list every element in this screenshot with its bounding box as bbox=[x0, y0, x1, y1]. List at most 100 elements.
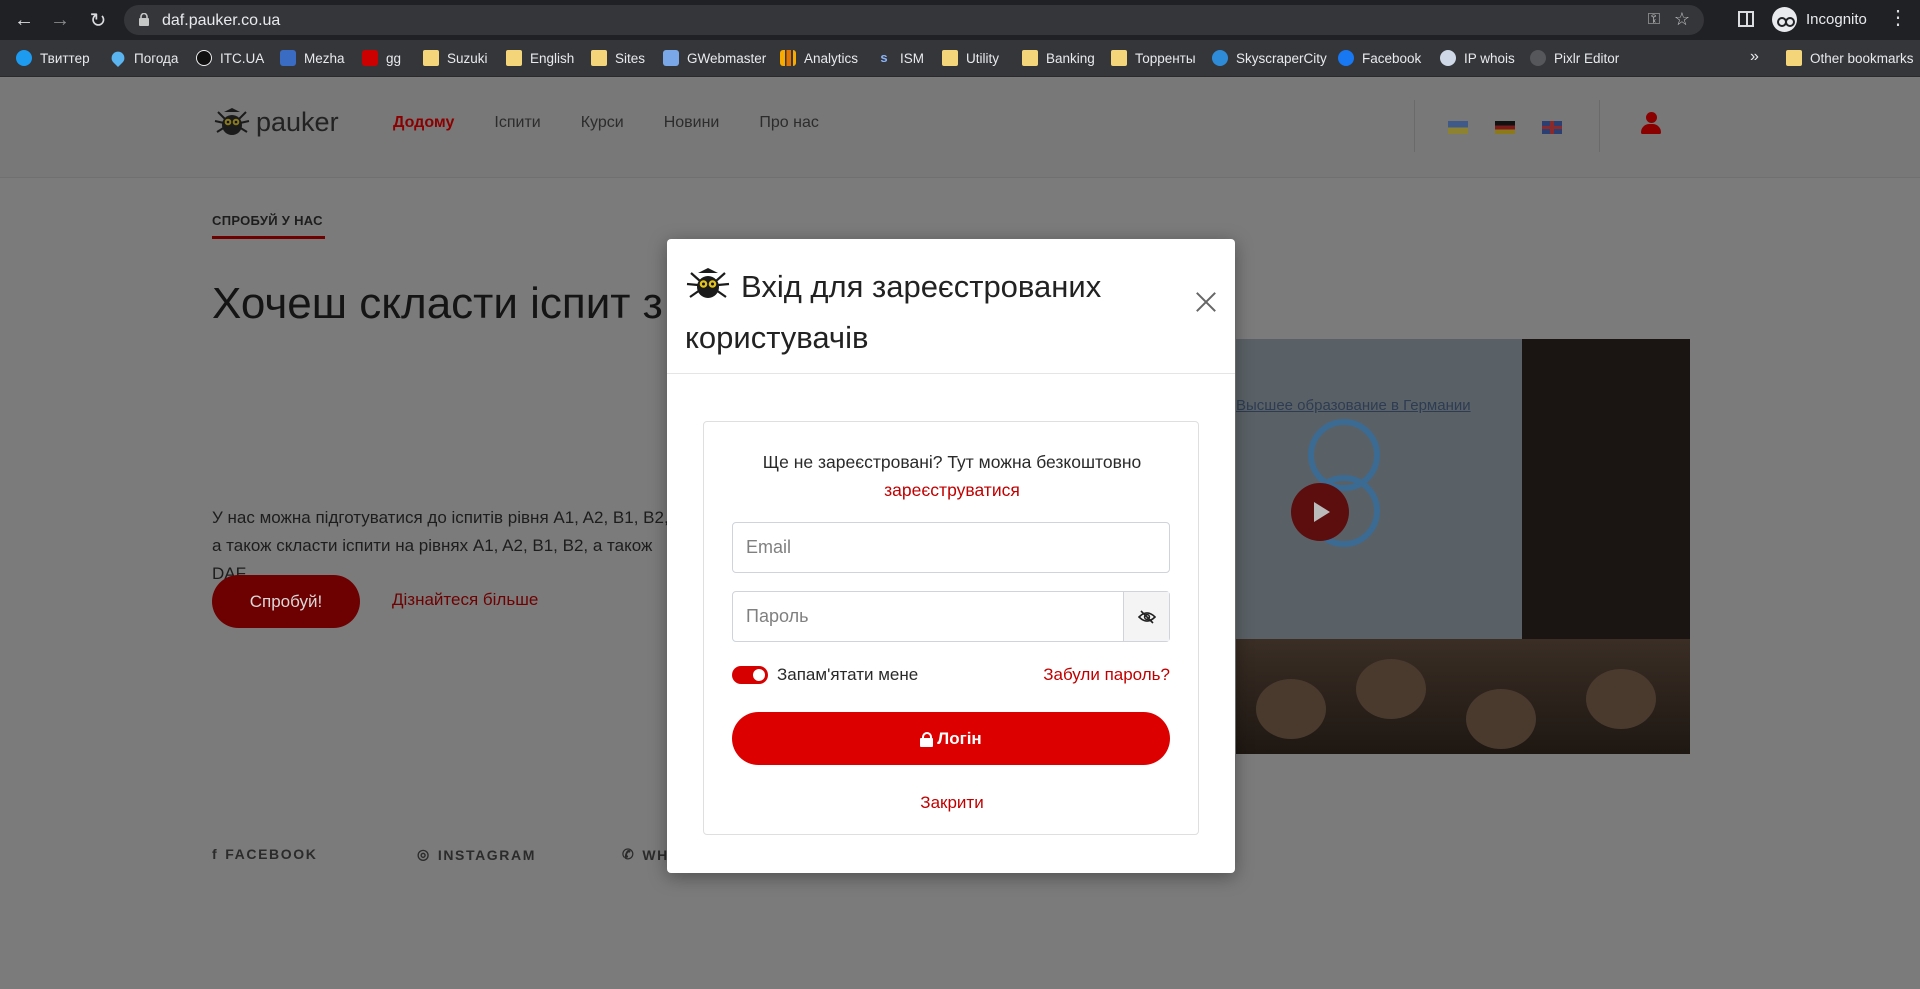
bookmark-ipwhois[interactable]: IP whois bbox=[1440, 48, 1515, 68]
chrome-menu-icon[interactable]: ⋮ bbox=[1888, 8, 1908, 28]
mezha-icon bbox=[280, 50, 296, 66]
bookmark-english[interactable]: English bbox=[506, 48, 574, 68]
incognito-label[interactable]: Incognito bbox=[1806, 11, 1867, 28]
close-modal-link[interactable]: Закрити bbox=[704, 793, 1200, 813]
bookmark-utility[interactable]: Utility bbox=[942, 48, 999, 68]
site-logo[interactable]: pauker bbox=[212, 104, 339, 140]
side-panel-icon[interactable] bbox=[1738, 11, 1754, 27]
bookmark-skyscrapercity[interactable]: SkyscraperCity bbox=[1212, 48, 1327, 68]
password-field-group bbox=[732, 591, 1170, 642]
bookmark-facebook[interactable]: Facebook bbox=[1338, 48, 1421, 68]
social-label: INSTAGRAM bbox=[437, 846, 536, 863]
itc-icon bbox=[196, 50, 212, 66]
audience-head bbox=[1256, 679, 1326, 739]
social-instagram-link[interactable]: ◎ INSTAGRAM bbox=[417, 846, 536, 863]
forward-arrow-icon[interactable]: → bbox=[48, 8, 72, 32]
not-registered-text: Ще не зареєстровані? Тут можна безкоштов… bbox=[762, 452, 1142, 472]
analytics-icon bbox=[780, 50, 796, 66]
modal-header: Вхід для зареєстрованих користувачів bbox=[667, 239, 1235, 374]
login-modal: Вхід для зареєстрованих користувачів Ще … bbox=[667, 239, 1235, 873]
twitter-icon bbox=[16, 50, 32, 66]
bookmark-gg[interactable]: gg bbox=[362, 48, 401, 68]
bookmark-label: Торренты bbox=[1135, 50, 1196, 66]
password-key-icon[interactable]: ⚿ bbox=[1648, 11, 1660, 29]
bookmark-analytics[interactable]: Analytics bbox=[780, 48, 858, 68]
try-button[interactable]: Спробуй! bbox=[212, 575, 360, 628]
browser-toolbar: ← → ↻ daf.pauker.co.ua ⚿ ☆ Incognito ⋮ bbox=[0, 0, 1920, 40]
spider-logo-icon bbox=[214, 108, 250, 135]
bookmark-label: Facebook bbox=[1362, 50, 1422, 66]
gwebmaster-icon bbox=[663, 50, 679, 66]
bookmark-label: SkyscraperCity bbox=[1236, 50, 1327, 66]
bookmarks-overflow-chevron[interactable]: » bbox=[1750, 48, 1759, 66]
bookmark-label: Suzuki bbox=[447, 50, 488, 66]
remember-me-toggle[interactable] bbox=[732, 666, 768, 684]
email-field[interactable] bbox=[732, 522, 1170, 573]
bookmark-sites[interactable]: Sites bbox=[591, 48, 645, 68]
folder-icon bbox=[591, 50, 607, 66]
bookmark-gwebmaster[interactable]: GWebmaster bbox=[663, 48, 766, 68]
reload-icon[interactable]: ↻ bbox=[86, 8, 110, 32]
nav-exams[interactable]: Іспити bbox=[494, 114, 540, 132]
bookmark-label: Твиттер bbox=[40, 50, 90, 66]
learn-more-link[interactable]: Дізнайтеся більше bbox=[392, 590, 538, 610]
pixlr-icon bbox=[1530, 50, 1546, 66]
german-flag-icon[interactable] bbox=[1495, 121, 1515, 134]
bookmark-torrents[interactable]: Торренты bbox=[1111, 48, 1196, 68]
gg-icon bbox=[362, 50, 378, 66]
user-account-icon[interactable] bbox=[1640, 112, 1662, 136]
incognito-icon[interactable] bbox=[1772, 7, 1797, 32]
url-text[interactable]: daf.pauker.co.ua bbox=[162, 12, 280, 30]
bookmark-label: Sites bbox=[615, 50, 646, 66]
bookmark-suzuki[interactable]: Suzuki bbox=[423, 48, 488, 68]
promo-video[interactable]: Высшее образование в Германии bbox=[1236, 339, 1690, 754]
bookmark-mezha[interactable]: Mezha bbox=[280, 48, 345, 68]
ism-icon: s bbox=[880, 50, 888, 65]
close-icon[interactable] bbox=[1195, 291, 1217, 313]
bookmark-pixlr[interactable]: Pixlr Editor bbox=[1530, 48, 1619, 68]
bookmark-label: Pixlr Editor bbox=[1554, 50, 1620, 66]
social-facebook-link[interactable]: f FACEBOOK bbox=[212, 846, 317, 862]
password-field[interactable] bbox=[733, 592, 1123, 641]
eyebrow-underline bbox=[212, 236, 325, 239]
back-arrow-icon[interactable]: ← bbox=[12, 8, 36, 32]
header-divider bbox=[1414, 100, 1415, 152]
nav-courses[interactable]: Курси bbox=[581, 114, 624, 132]
video-caption: Высшее образование в Германии bbox=[1236, 397, 1471, 414]
whatsapp-icon: ✆ bbox=[622, 846, 636, 862]
instagram-icon: ◎ bbox=[417, 846, 431, 862]
ukrainian-flag-icon[interactable] bbox=[1448, 121, 1468, 134]
site-header: pauker Додому Іспити Курси Новини Про на… bbox=[0, 78, 1920, 178]
social-whatsapp-link[interactable]: ✆ WHATSAPP bbox=[622, 846, 667, 863]
bookmark-itcua[interactable]: ITC.UA bbox=[196, 48, 264, 68]
bookmark-label: ISM bbox=[900, 50, 925, 66]
bookmark-ism[interactable]: s ISM bbox=[876, 48, 924, 68]
folder-icon bbox=[942, 50, 958, 66]
video-projector-screen: Высшее образование в Германии bbox=[1236, 339, 1522, 649]
header-divider bbox=[1599, 100, 1600, 152]
uk-flag-icon[interactable] bbox=[1542, 121, 1562, 134]
forgot-password-link[interactable]: Забули пароль? bbox=[1043, 665, 1170, 685]
register-link[interactable]: зареєструватися bbox=[704, 480, 1200, 501]
bookmark-pogoda[interactable]: Погода bbox=[108, 48, 178, 68]
social-label: WHATSAPP bbox=[642, 846, 667, 863]
address-bar[interactable]: daf.pauker.co.ua ⚿ ☆ bbox=[124, 5, 1704, 35]
bookmark-twitter[interactable]: Твиттер bbox=[16, 48, 90, 68]
facebook-f-icon: f bbox=[212, 846, 219, 862]
play-icon[interactable] bbox=[1291, 483, 1349, 541]
remember-me-label[interactable]: Запам'ятати мене bbox=[777, 665, 918, 685]
bookmark-label: Utility bbox=[966, 50, 999, 66]
nav-home[interactable]: Додому bbox=[393, 114, 454, 132]
nav-about[interactable]: Про нас bbox=[759, 114, 818, 132]
unlock-icon bbox=[920, 732, 934, 747]
bookmark-label: Other bookmarks bbox=[1810, 50, 1914, 66]
facebook-icon bbox=[1338, 50, 1354, 66]
bookmark-other[interactable]: Other bookmarks bbox=[1786, 48, 1914, 68]
login-button[interactable]: Логін bbox=[732, 712, 1170, 765]
toggle-password-visibility-button[interactable] bbox=[1123, 592, 1169, 641]
bookmark-label: Banking bbox=[1046, 50, 1095, 66]
bookmark-banking[interactable]: Banking bbox=[1022, 48, 1095, 68]
bookmark-star-icon[interactable]: ☆ bbox=[1674, 9, 1690, 30]
social-label: FACEBOOK bbox=[225, 846, 318, 862]
nav-news[interactable]: Новини bbox=[664, 114, 720, 132]
